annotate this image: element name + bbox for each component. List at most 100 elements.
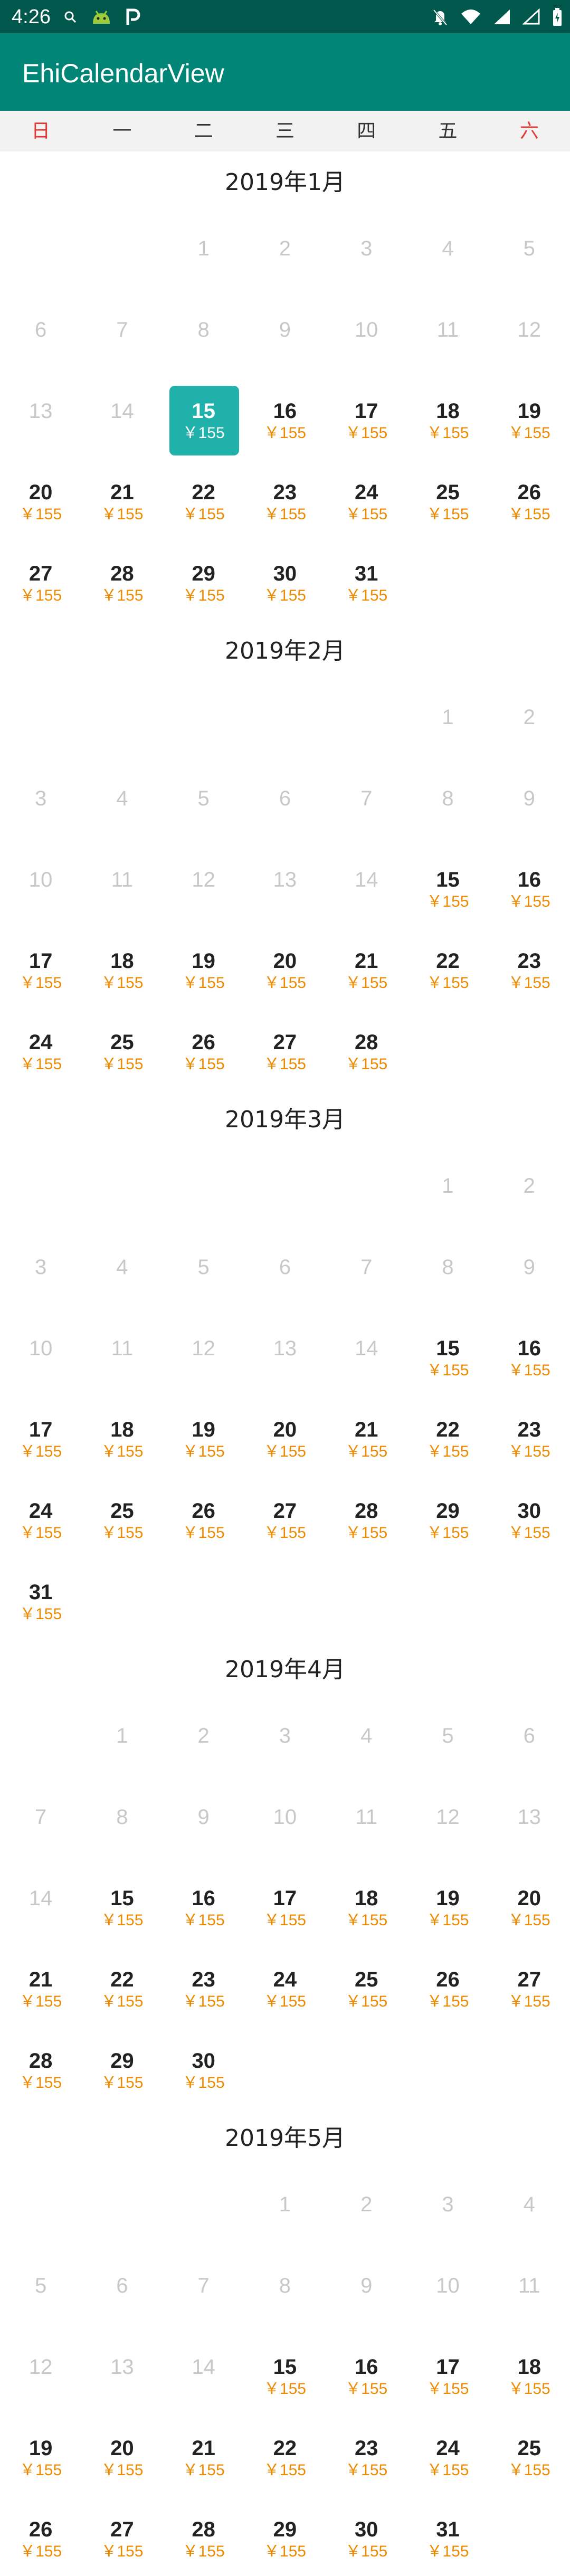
calendar-list[interactable]: 2019年1月 1 2 3 4 5 6 7 8 9 10 11 12 13 14 15 ￥155 16 ￥155 17… (0, 151, 570, 2576)
day-cell[interactable]: 25 ￥155 (407, 458, 488, 539)
day-cell[interactable]: 22 ￥155 (163, 458, 244, 539)
day-number: 30 (192, 2049, 215, 2073)
day-cell-selected[interactable]: 15 ￥155 (163, 376, 244, 458)
day-cell[interactable]: 19 ￥155 (163, 926, 244, 1007)
day-cell[interactable]: 15 ￥155 (407, 1314, 488, 1395)
day-cell[interactable]: 15 ￥155 (81, 1864, 163, 1945)
day-cell[interactable]: 21 ￥155 (81, 458, 163, 539)
day-cell[interactable]: 25 ￥155 (489, 2413, 570, 2495)
day-cell[interactable]: 21 ￥155 (0, 1945, 81, 2026)
day-cell[interactable]: 20 ￥155 (0, 458, 81, 539)
day-number: 22 (436, 1418, 460, 1441)
day-cell[interactable]: 17 ￥155 (407, 2332, 488, 2413)
day-cell[interactable]: 28 ￥155 (163, 2495, 244, 2576)
day-cell[interactable]: 30 ￥155 (163, 2026, 244, 2107)
day-cell[interactable]: 18 ￥155 (326, 1864, 407, 1945)
day-cell: 1 (81, 1701, 163, 1782)
day-price: ￥155 (345, 974, 388, 992)
day-cell[interactable]: 26 ￥155 (489, 458, 570, 539)
day-cell[interactable]: 18 ￥155 (81, 926, 163, 1007)
day-cell[interactable]: 17 ￥155 (326, 376, 407, 458)
day-price: ￥155 (426, 1362, 469, 1379)
day-number: 16 (354, 2355, 378, 2379)
day-cell[interactable]: 20 ￥155 (244, 1395, 326, 1476)
day-cell[interactable]: 27 ￥155 (244, 1007, 326, 1089)
day-cell[interactable]: 31 ￥155 (0, 1557, 81, 1639)
day-cell[interactable]: 29 ￥155 (407, 1476, 488, 1557)
day-cell[interactable]: 26 ￥155 (0, 2495, 81, 2576)
day-cell[interactable]: 19 ￥155 (0, 2413, 81, 2495)
day-cell[interactable]: 25 ￥155 (81, 1476, 163, 1557)
day-cell[interactable]: 31 ￥155 (326, 539, 407, 620)
day-cell[interactable]: 18 ￥155 (407, 376, 488, 458)
day-cell[interactable]: 30 ￥155 (489, 1476, 570, 1557)
day-cell[interactable]: 23 ￥155 (489, 1395, 570, 1476)
day-cell[interactable]: 16 ￥155 (244, 376, 326, 458)
day-cell[interactable]: 23 ￥155 (326, 2413, 407, 2495)
day-cell[interactable]: 19 ￥155 (489, 376, 570, 458)
day-cell[interactable]: 24 ￥155 (244, 1945, 326, 2026)
day-cell[interactable]: 28 ￥155 (81, 539, 163, 620)
day-cell[interactable]: 17 ￥155 (0, 926, 81, 1007)
day-cell: 14 (326, 845, 407, 926)
day-cell[interactable]: 22 ￥155 (407, 926, 488, 1007)
day-cell[interactable]: 29 ￥155 (81, 2026, 163, 2107)
day-cell[interactable]: 23 ￥155 (244, 458, 326, 539)
day-cell[interactable]: 25 ￥155 (81, 1007, 163, 1089)
day-cell[interactable]: 16 ￥155 (326, 2332, 407, 2413)
day-cell[interactable]: 26 ￥155 (407, 1945, 488, 2026)
day-cell[interactable]: 17 ￥155 (244, 1864, 326, 1945)
day-cell[interactable]: 28 ￥155 (0, 2026, 81, 2107)
day-cell[interactable]: 19 ￥155 (163, 1395, 244, 1476)
day-cell[interactable]: 15 ￥155 (244, 2332, 326, 2413)
day-cell[interactable]: 20 ￥155 (81, 2413, 163, 2495)
day-cell: 11 (407, 295, 488, 376)
day-cell[interactable]: 16 ￥155 (489, 1314, 570, 1395)
day-cell[interactable]: 30 ￥155 (326, 2495, 407, 2576)
day-price: ￥155 (426, 424, 469, 442)
day-cell[interactable]: 27 ￥155 (244, 1476, 326, 1557)
day-cell[interactable]: 22 ￥155 (244, 2413, 326, 2495)
day-cell[interactable]: 21 ￥155 (326, 926, 407, 1007)
day-cell[interactable]: 23 ￥155 (489, 926, 570, 1007)
day-cell[interactable]: 26 ￥155 (163, 1007, 244, 1089)
day-cell[interactable]: 20 ￥155 (244, 926, 326, 1007)
day-cell[interactable]: 18 ￥155 (81, 1395, 163, 1476)
day-cell[interactable]: 20 ￥155 (489, 1864, 570, 1945)
day-cell: 5 (163, 764, 244, 845)
day-number: 5 (197, 1256, 210, 1279)
day-price: ￥155 (20, 1524, 62, 1542)
day-cell: 3 (0, 764, 81, 845)
day-cell[interactable]: 27 ￥155 (0, 539, 81, 620)
day-cell[interactable]: 25 ￥155 (326, 1945, 407, 2026)
day-cell[interactable]: 15 ￥155 (407, 845, 488, 926)
day-cell[interactable]: 23 ￥155 (163, 1945, 244, 2026)
day-cell[interactable]: 16 ￥155 (489, 845, 570, 926)
day-cell[interactable]: 24 ￥155 (0, 1007, 81, 1089)
day-cell[interactable]: 24 ￥155 (407, 2413, 488, 2495)
day-cell[interactable]: 18 ￥155 (489, 2332, 570, 2413)
day-cell[interactable]: 31 ￥155 (407, 2495, 488, 2576)
day-cell[interactable]: 26 ￥155 (163, 1476, 244, 1557)
day-cell[interactable]: 17 ￥155 (0, 1395, 81, 1476)
day-cell[interactable]: 28 ￥155 (326, 1007, 407, 1089)
day-cell[interactable]: 19 ￥155 (407, 1864, 488, 1945)
day-cell: 1 (244, 2170, 326, 2251)
day-cell: 4 (326, 1701, 407, 1782)
day-cell[interactable]: 28 ￥155 (326, 1476, 407, 1557)
day-cell[interactable]: 16 ￥155 (163, 1864, 244, 1945)
day-price: ￥155 (426, 893, 469, 910)
day-cell: 6 (244, 1232, 326, 1314)
day-cell[interactable]: 21 ￥155 (326, 1395, 407, 1476)
day-cell[interactable]: 27 ￥155 (489, 1945, 570, 2026)
day-price: ￥155 (263, 1524, 306, 1542)
day-cell[interactable]: 22 ￥155 (407, 1395, 488, 1476)
day-cell[interactable]: 24 ￥155 (326, 458, 407, 539)
day-cell[interactable]: 27 ￥155 (81, 2495, 163, 2576)
day-cell[interactable]: 22 ￥155 (81, 1945, 163, 2026)
day-cell[interactable]: 29 ￥155 (244, 2495, 326, 2576)
day-cell[interactable]: 30 ￥155 (244, 539, 326, 620)
day-cell[interactable]: 21 ￥155 (163, 2413, 244, 2495)
day-cell[interactable]: 24 ￥155 (0, 1476, 81, 1557)
day-cell[interactable]: 29 ￥155 (163, 539, 244, 620)
